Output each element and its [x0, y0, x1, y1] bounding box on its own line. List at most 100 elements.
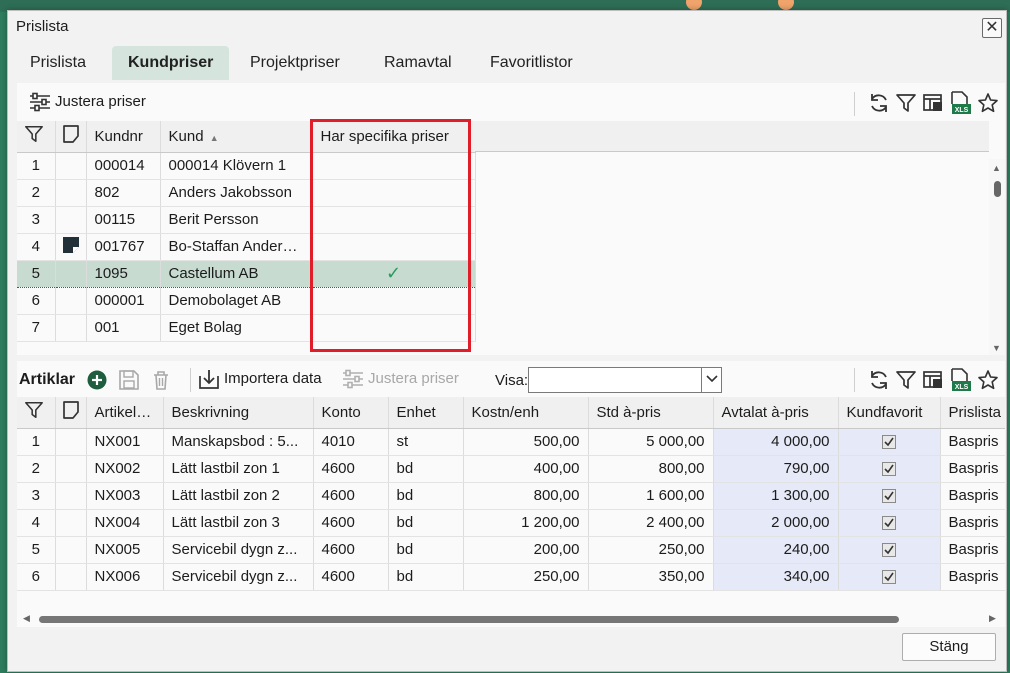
artikelnr-column-header[interactable]: Artikelnr ▲: [86, 397, 164, 429]
filter-icon[interactable]: [895, 92, 917, 114]
note-cell[interactable]: [55, 482, 87, 510]
note-column-header[interactable]: [55, 121, 87, 153]
agreed-price-cell[interactable]: 2 000,00: [713, 509, 839, 537]
table-row[interactable]: 6 NX006 Servicebil dygn z... 4600 bd 250…: [17, 563, 1005, 591]
note-cell[interactable]: [55, 287, 87, 315]
table-row[interactable]: 3 NX003 Lätt lastbil zon 2 4600 bd 800,0…: [17, 482, 1005, 510]
kundfavorit-cell[interactable]: [838, 563, 941, 591]
tab-kundpriser[interactable]: Kundpriser: [112, 46, 230, 80]
delete-icon[interactable]: [150, 369, 172, 391]
kund-cell: Bo-Staffan Andersson: [160, 233, 313, 261]
row-number: 1: [17, 152, 56, 180]
checkbox-checked-icon[interactable]: [882, 570, 896, 585]
close-icon[interactable]: ✕: [982, 18, 1002, 38]
note-cell[interactable]: [55, 206, 87, 234]
title-bar: Prislista ✕: [8, 11, 1006, 43]
agreed-price-cell[interactable]: 340,00: [713, 563, 839, 591]
import-data-button[interactable]: Importera data: [198, 366, 322, 392]
add-article-icon[interactable]: [87, 370, 107, 390]
konto-column-header[interactable]: Konto: [313, 397, 389, 429]
tab-prislista[interactable]: Prislista: [14, 46, 102, 80]
checkbox-checked-icon[interactable]: [882, 516, 896, 531]
beskrivning-column-header[interactable]: Beskrivning: [163, 397, 314, 429]
table-row[interactable]: 2 NX002 Lätt lastbil zon 1 4600 bd 400,0…: [17, 455, 1005, 483]
row-number: 7: [17, 314, 56, 342]
prislista-cell: Baspris: [940, 536, 1005, 564]
table-row[interactable]: 1 NX001 Manskapsbod : 5... 4010 st 500,0…: [17, 428, 1005, 456]
agreed-price-cell[interactable]: 1 300,00: [713, 482, 839, 510]
refresh-icon[interactable]: [868, 92, 890, 114]
filter-column-header[interactable]: [17, 121, 56, 153]
adjust-prices-button[interactable]: Justera priser: [29, 89, 146, 115]
kundfavorit-cell[interactable]: [838, 509, 941, 537]
prislista-column-header[interactable]: Prislista: [940, 397, 1005, 429]
note-cell[interactable]: [55, 563, 87, 591]
kund-column-header[interactable]: Kund ▲: [160, 121, 313, 153]
filter-column-header[interactable]: [17, 397, 56, 429]
checkbox-checked-icon[interactable]: [882, 462, 896, 477]
note-cell[interactable]: [55, 428, 87, 456]
note-cell[interactable]: [55, 259, 87, 288]
kundnr-column-header[interactable]: Kundnr: [86, 121, 161, 153]
chevron-down-icon[interactable]: [701, 368, 721, 392]
kundfavorit-cell[interactable]: [838, 482, 941, 510]
row-number: 4: [17, 233, 56, 261]
agreed-price-cell[interactable]: 4 000,00: [713, 428, 839, 456]
tab-ramavtal[interactable]: Ramavtal: [368, 46, 468, 80]
columns-icon[interactable]: [922, 369, 944, 391]
kundfavorit-cell[interactable]: [838, 536, 941, 564]
customer-vertical-scrollbar[interactable]: ▲ ▼: [989, 159, 1005, 355]
article-horizontal-scrollbar[interactable]: ◀ ▶: [17, 611, 1005, 627]
kundfavorit-column-header[interactable]: Kundfavorit: [838, 397, 941, 429]
scroll-left-icon[interactable]: ◀: [23, 613, 30, 624]
note-cell[interactable]: [55, 179, 87, 207]
kundfavorit-cell[interactable]: [838, 428, 941, 456]
std-price-column-header[interactable]: Std à-pris: [588, 397, 714, 429]
agreed-price-cell[interactable]: 790,00: [713, 455, 839, 483]
std-price-cell: 2 400,00: [588, 509, 714, 537]
kundnr-cell: 00115: [86, 206, 161, 234]
note-cell[interactable]: [55, 509, 87, 537]
scroll-up-icon[interactable]: ▲: [992, 163, 1001, 173]
note-cell[interactable]: [55, 152, 87, 180]
artikelnr-cell: NX003: [86, 482, 164, 510]
visa-dropdown[interactable]: [528, 367, 722, 393]
checkbox-checked-icon[interactable]: [882, 489, 896, 504]
note-cell[interactable]: [55, 536, 87, 564]
checkbox-checked-icon[interactable]: [882, 543, 896, 558]
kundnr-cell: 000014: [86, 152, 161, 180]
note-cell[interactable]: [55, 314, 87, 342]
agreed-price-cell[interactable]: 240,00: [713, 536, 839, 564]
agreed-price-column-header[interactable]: Avtalat à-pris: [713, 397, 839, 429]
enhet-column-header[interactable]: Enhet: [388, 397, 464, 429]
kostn-column-header[interactable]: Kostn/enh: [463, 397, 589, 429]
checkbox-checked-icon[interactable]: [882, 435, 896, 450]
close-button[interactable]: Stäng: [902, 633, 996, 661]
refresh-icon[interactable]: [868, 369, 890, 391]
scroll-right-icon[interactable]: ▶: [989, 613, 996, 624]
toolbar-divider: [854, 92, 855, 116]
note-cell[interactable]: [55, 233, 87, 261]
table-row[interactable]: 4 NX004 Lätt lastbil zon 3 4600 bd 1 200…: [17, 509, 1005, 537]
note-cell[interactable]: [55, 455, 87, 483]
tab-favoritlistor[interactable]: Favoritlistor: [474, 46, 589, 80]
save-icon[interactable]: [118, 369, 140, 391]
scrollbar-thumb[interactable]: [39, 616, 899, 623]
excel-export-icon[interactable]: XLS: [949, 91, 971, 115]
kundfavorit-cell[interactable]: [838, 455, 941, 483]
tab-projektpriser[interactable]: Projektpriser: [234, 46, 356, 80]
row-number: 5: [17, 259, 56, 288]
star-icon[interactable]: [977, 92, 999, 114]
filter-icon[interactable]: [895, 369, 917, 391]
excel-export-icon[interactable]: XLS: [949, 368, 971, 392]
columns-icon[interactable]: [922, 92, 944, 114]
prislista-cell: Baspris: [940, 428, 1005, 456]
star-icon[interactable]: [977, 369, 999, 391]
note-column-header[interactable]: [55, 397, 87, 429]
table-row[interactable]: 5 NX005 Servicebil dygn z... 4600 bd 200…: [17, 536, 1005, 564]
adjust-prices-label: Justera priser: [55, 93, 146, 110]
adjust-prices-button-disabled[interactable]: Justera priser: [342, 366, 459, 392]
scroll-down-icon[interactable]: ▼: [992, 343, 1001, 353]
kostn-cell: 250,00: [463, 563, 589, 591]
scrollbar-thumb[interactable]: [994, 181, 1001, 197]
